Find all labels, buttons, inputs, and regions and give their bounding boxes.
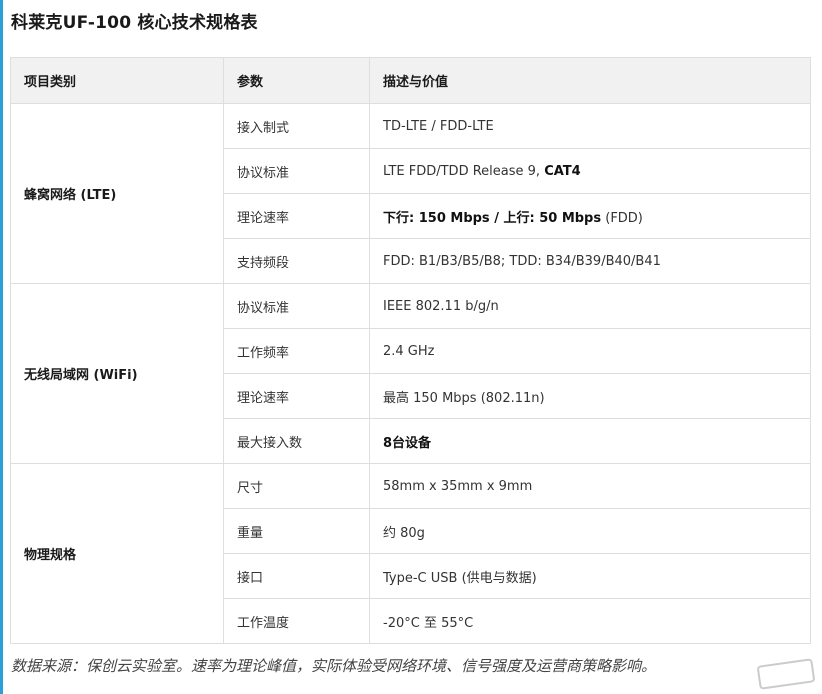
- value-cell: 2.4 GHz: [369, 328, 811, 374]
- value-text: 约 80g: [383, 525, 425, 541]
- value-cell: LTE FDD/TDD Release 9, CAT4: [369, 148, 811, 194]
- value-cell: 下行: 150 Mbps / 上行: 50 Mbps (FDD): [369, 193, 811, 239]
- value-text: -20°C 至 55°C: [383, 615, 474, 631]
- spec-table: 项目类别 参数 描述与价值 蜂窝网络 (LTE) 接入制式 TD-LTE / FDD…: [10, 57, 811, 644]
- param-cell: 重量: [223, 508, 370, 554]
- value-cell: 最高 150 Mbps (802.11n): [369, 373, 811, 419]
- param-cell: 接入制式: [223, 103, 370, 149]
- value-cell: 8台设备: [369, 418, 811, 464]
- value-text: 最高 150 Mbps (802.11n): [383, 390, 545, 406]
- column-header-param: 参数: [223, 57, 370, 104]
- table-row: 物理规格 尺寸 58mm x 35mm x 9mm: [10, 463, 811, 644]
- param-cell: 工作频率: [223, 328, 370, 374]
- param-cell: 理论速率: [223, 373, 370, 419]
- table-row: 蜂窝网络 (LTE) 接入制式 TD-LTE / FDD-LTE: [10, 103, 811, 284]
- param-cell: 协议标准: [223, 148, 370, 194]
- param-cell: 理论速率: [223, 193, 370, 239]
- table-header: 项目类别 参数 描述与价值: [10, 57, 811, 104]
- value-text-bold: 8台设备: [383, 435, 432, 451]
- table-body: 蜂窝网络 (LTE) 接入制式 TD-LTE / FDD-LTE 协议标准 LTE FD…: [10, 103, 811, 644]
- value-cell: Type-C USB (供电与数据): [369, 553, 811, 599]
- value-text: (FDD): [601, 210, 643, 226]
- source-footnote: 数据来源：保创云实验室。速率为理论峰值，实际体验受网络环境、信号强度及运营商策略…: [11, 657, 657, 675]
- value-text: TD-LTE / FDD-LTE: [383, 118, 494, 134]
- table-header-row: 项目类别 参数 描述与价值: [10, 57, 811, 104]
- value-cell: 58mm x 35mm x 9mm: [369, 463, 811, 509]
- value-text: 58mm x 35mm x 9mm: [383, 478, 533, 494]
- param-cell: 尺寸: [223, 463, 370, 509]
- param-cell: 工作温度: [223, 598, 370, 644]
- value-cell: 约 80g: [369, 508, 811, 554]
- category-cell: 物理规格: [10, 463, 224, 644]
- param-cell: 接口: [223, 553, 370, 599]
- value-text: FDD: B1/B3/B5/B8; TDD: B34/B39/B40/B41: [383, 253, 661, 269]
- category-cell: 蜂窝网络 (LTE): [10, 103, 224, 284]
- value-cell: FDD: B1/B3/B5/B8; TDD: B34/B39/B40/B41: [369, 238, 811, 284]
- value-cell: -20°C 至 55°C: [369, 598, 811, 644]
- watermark-logo: [756, 658, 816, 690]
- value-text: Type-C USB (供电与数据): [383, 570, 537, 586]
- value-text: LTE FDD/TDD Release 9,: [383, 163, 545, 179]
- param-cell: 支持频段: [223, 238, 370, 284]
- param-cell: 最大接入数: [223, 418, 370, 464]
- table-row: 无线局域网 (WiFi) 协议标准 IEEE 802.11 b/g/n: [10, 283, 811, 464]
- page-title: 科莱克UF-100 核心技术规格表: [11, 13, 258, 33]
- column-header-value: 描述与价值: [369, 57, 811, 104]
- value-text-bold: CAT4: [544, 163, 581, 179]
- value-cell: TD-LTE / FDD-LTE: [369, 103, 811, 149]
- column-header-category: 项目类别: [10, 57, 224, 104]
- param-cell: 协议标准: [223, 283, 370, 329]
- left-accent-bar: [0, 0, 3, 694]
- value-cell: IEEE 802.11 b/g/n: [369, 283, 811, 329]
- category-cell: 无线局域网 (WiFi): [10, 283, 224, 464]
- value-text: IEEE 802.11 b/g/n: [383, 298, 499, 314]
- value-text: 2.4 GHz: [383, 343, 435, 359]
- value-text-bold: 下行: 150 Mbps / 上行: 50 Mbps: [383, 210, 602, 226]
